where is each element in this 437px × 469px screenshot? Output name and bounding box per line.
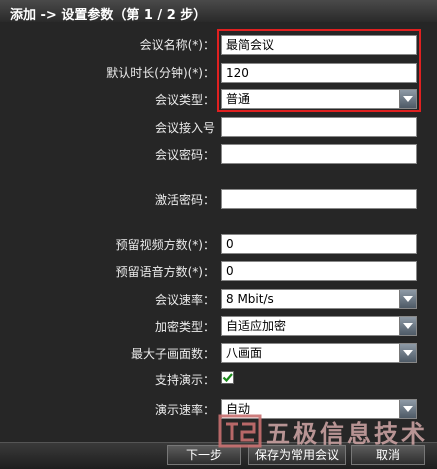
max-subpics-value: 八画面 xyxy=(226,346,263,360)
audio-parties-label: 预留语音方数(*)： xyxy=(115,265,215,279)
rate-label: 会议速率： xyxy=(154,293,215,307)
encryption-value: 自适应加密 xyxy=(226,319,287,333)
meeting-type-value: 普通 xyxy=(226,92,251,106)
max-subpics-select[interactable]: 八画面 xyxy=(221,343,417,363)
chevron-down-icon[interactable] xyxy=(399,90,416,108)
duration-label: 默认时长(分钟)(*)： xyxy=(106,66,215,80)
meeting-type-select[interactable]: 普通 xyxy=(221,89,417,109)
password-label: 会议密码： xyxy=(154,148,215,162)
activation-code-input[interactable] xyxy=(221,189,417,209)
access-number-label: 会议接入号 xyxy=(154,121,215,135)
access-number-input[interactable] xyxy=(221,117,417,137)
meeting-name-input[interactable]: 最简会议 xyxy=(221,35,417,55)
settings-form: 会议名称(*)： 最简会议 默认时长(分钟)(*)： 120 会议类型： 普通 … xyxy=(0,22,437,442)
video-parties-label: 预留视频方数(*)： xyxy=(115,238,215,252)
chevron-down-icon[interactable] xyxy=(399,317,416,335)
presentation-rate-label: 演示速率： xyxy=(154,403,215,417)
encryption-label: 加密类型： xyxy=(154,320,215,334)
logo-icon xyxy=(218,414,262,448)
checkmark-icon xyxy=(222,373,233,383)
rate-value: 8 Mbit/s xyxy=(226,292,274,306)
meeting-type-label: 会议类型： xyxy=(154,93,215,107)
encryption-select[interactable]: 自适应加密 xyxy=(221,316,417,336)
watermark-logo: 五极信息技术 xyxy=(218,412,433,452)
watermark-text: 五极信息技术 xyxy=(266,420,428,448)
support-presentation-checkbox[interactable] xyxy=(221,371,234,384)
support-presentation-label: 支持演示： xyxy=(154,373,215,387)
chevron-down-icon[interactable] xyxy=(399,344,416,362)
video-parties-input[interactable]: 0 xyxy=(221,234,417,254)
page-title: 添加 -> 设置参数（第 1 / 2 步） xyxy=(10,8,207,23)
title-bar: 添加 -> 设置参数（第 1 / 2 步） xyxy=(0,0,437,23)
chevron-down-icon[interactable] xyxy=(399,290,416,308)
audio-parties-input[interactable]: 0 xyxy=(221,261,417,281)
password-input[interactable] xyxy=(221,144,417,164)
max-subpics-label: 最大子画面数： xyxy=(130,347,215,361)
rate-select[interactable]: 8 Mbit/s xyxy=(221,289,417,309)
activation-code-label: 激活密码： xyxy=(154,193,215,207)
duration-input[interactable]: 120 xyxy=(221,63,417,83)
meeting-name-label: 会议名称(*)： xyxy=(139,38,215,52)
